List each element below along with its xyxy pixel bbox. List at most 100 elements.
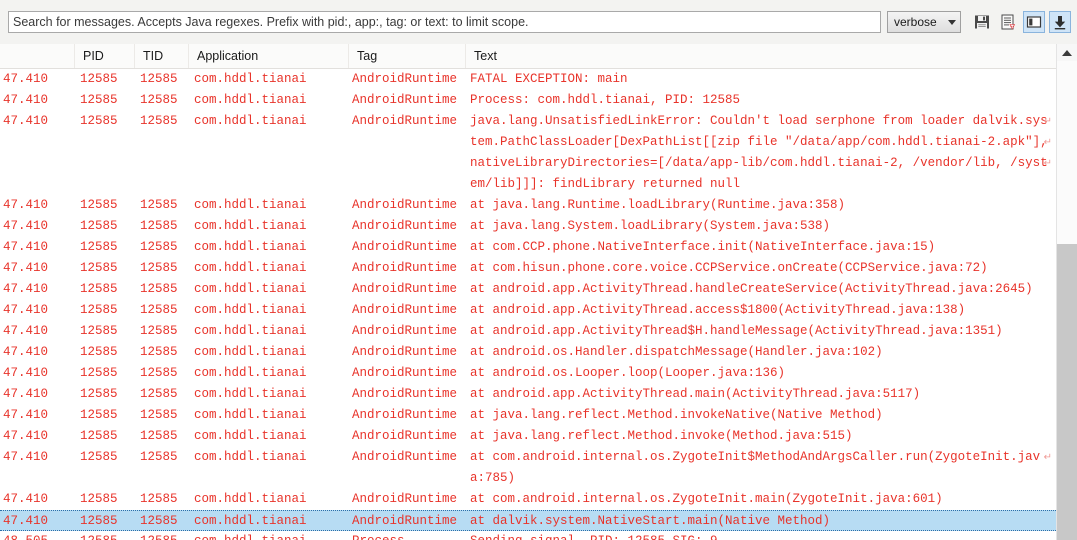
log-row[interactable]: 2:47.410 12585 12585 com.hddl.tianai Android… [0, 69, 1056, 90]
log-cell-app: com.hddl.tianai [194, 93, 307, 107]
log-cell-pid: 12585 [80, 450, 118, 464]
column-header-app[interactable]: Application [188, 44, 348, 68]
log-cell-tag: Process [352, 531, 465, 540]
vertical-scrollbar[interactable] [1056, 44, 1077, 540]
log-cell-text: FATAL EXCEPTION: main [470, 72, 628, 86]
log-cell-pid: 12585 [80, 492, 118, 506]
log-cell-pid: 12585 [80, 514, 118, 528]
logcat-toolbar: Search for messages. Accepts Java regexe… [0, 0, 1077, 44]
clear-log-button[interactable] [997, 11, 1019, 33]
log-cell-time: 2:47.410 [0, 408, 49, 422]
log-cell-tid: 12585 [140, 345, 178, 359]
log-row[interactable]: 2:47.410 12585 12585 com.hddl.tianai Android… [0, 342, 1056, 363]
display-mode-button[interactable] [1023, 11, 1045, 33]
log-cell-tid: 12585 [140, 450, 178, 464]
scrollbar-track[interactable] [1057, 61, 1077, 540]
log-cell-tid [140, 174, 194, 195]
log-row[interactable]: 2:47.410 12585 12585 com.hddl.tianai Android… [0, 258, 1056, 279]
log-cell-app: com.hddl.tianai [194, 450, 307, 464]
log-level-value: verbose [894, 15, 937, 29]
floppy-disk-icon [975, 15, 989, 29]
column-header-tid[interactable]: TID [134, 44, 188, 68]
column-header-row: PID TID Application Tag Text [0, 44, 1077, 69]
scroll-lock-button[interactable] [1049, 11, 1071, 33]
log-cell-tag: AndroidRuntime [352, 303, 458, 317]
log-cell-app: com.hddl.tianai [194, 324, 307, 338]
column-header-tag[interactable]: Tag [348, 44, 465, 68]
log-cell-pid: 12585 [80, 429, 118, 443]
log-row[interactable]: 2:47.410 12585 12585 com.hddl.tianai Android… [0, 510, 1056, 531]
log-cell-text: at android.app.ActivityThread.main(Activ… [470, 387, 921, 401]
log-cell-tid: 12585 [140, 219, 178, 233]
log-cell-tag: AndroidRuntime [352, 114, 458, 128]
log-cell-tag: AndroidRuntime [352, 387, 458, 401]
log-row[interactable]: 2:47.410 12585 12585 com.hddl.tianai Android… [0, 405, 1056, 426]
log-cell-tid: 12585 [140, 387, 178, 401]
log-row[interactable]: tem.PathClassLoader[DexPathList[[zip fil… [0, 132, 1056, 153]
log-row[interactable]: 2:47.410 12585 12585 com.hddl.tianai Android… [0, 489, 1056, 510]
column-header-time[interactable] [0, 44, 74, 68]
log-cell-tid: 12585 [140, 408, 178, 422]
scrollbar-thumb[interactable] [1057, 61, 1077, 244]
clear-log-icon [1001, 14, 1015, 30]
log-cell-pid: 12585 [80, 387, 118, 401]
log-row[interactable]: 2:47.410 12585 12585 com.hddl.tianai Android… [0, 111, 1056, 132]
log-row[interactable]: 2:47.410 12585 12585 com.hddl.tianai Android… [0, 237, 1056, 258]
log-row[interactable]: 2:47.410 12585 12585 com.hddl.tianai Android… [0, 321, 1056, 342]
log-cell-pid: 12585 [80, 345, 118, 359]
log-cell-app: com.hddl.tianai [194, 429, 307, 443]
log-row[interactable]: 2:47.410 12585 12585 com.hddl.tianai Android… [0, 279, 1056, 300]
log-cell-app: com.hddl.tianai [194, 198, 307, 212]
log-cell-text: at java.lang.Runtime.loadLibrary(Runtime… [470, 198, 846, 212]
log-cell-tid: 12585 [140, 198, 178, 212]
log-cell-pid: 12585 [80, 282, 118, 296]
log-row[interactable]: nativeLibraryDirectories=[/data/app-lib/… [0, 153, 1056, 174]
log-cell-time: 2:47.410 [0, 261, 49, 275]
log-cell-pid: 12585 [80, 366, 118, 380]
log-level-select[interactable]: verbose [887, 11, 961, 33]
log-cell-app: com.hddl.tianai [194, 219, 307, 233]
log-row[interactable]: 2:47.410 12585 12585 com.hddl.tianai Android… [0, 216, 1056, 237]
log-row[interactable]: 2:47.410 12585 12585 com.hddl.tianai Android… [0, 384, 1056, 405]
log-row[interactable]: 2:47.410 12585 12585 com.hddl.tianai Android… [0, 426, 1056, 447]
log-cell-tag [352, 174, 465, 195]
toolbar-buttons [971, 11, 1071, 33]
log-cell-pid [80, 468, 134, 489]
log-row[interactable]: 2:47.410 12585 12585 com.hddl.tianai Android… [0, 447, 1056, 468]
search-input[interactable]: Search for messages. Accepts Java regexe… [8, 11, 881, 33]
log-cell-tag [352, 153, 465, 174]
log-cell-tag: AndroidRuntime [352, 324, 458, 338]
logcat-window: Search for messages. Accepts Java regexe… [0, 0, 1077, 540]
log-row[interactable]: a:785) [0, 468, 1056, 489]
log-cell-text: at dalvik.system.NativeStart.main(Native… [470, 514, 831, 528]
log-cell-tid [140, 132, 194, 153]
log-cell-text: at android.app.ActivityThread.handleCrea… [470, 282, 1033, 296]
log-cell-tid [140, 153, 194, 174]
column-header-pid[interactable]: PID [74, 44, 134, 68]
log-message-list[interactable]: 2:47.410 12585 12585 com.hddl.tianai Android… [0, 69, 1056, 540]
log-cell-time: 2:47.410 [0, 93, 49, 107]
line-wrap-icon: ↵ [1043, 116, 1052, 127]
log-row[interactable]: 2:47.410 12585 12585 com.hddl.tianai Android… [0, 195, 1056, 216]
log-cell-pid: 12585 [80, 93, 118, 107]
log-row[interactable]: 2:48.5051258512585com.hddl.tianaiProcess… [0, 531, 1056, 540]
scroll-up-button[interactable] [1057, 44, 1077, 61]
log-row[interactable]: 2:47.410 12585 12585 com.hddl.tianai Android… [0, 90, 1056, 111]
save-log-button[interactable] [971, 11, 993, 33]
log-cell-pid: 12585 [80, 303, 118, 317]
column-header-text[interactable]: Text [465, 44, 1056, 68]
line-wrap-icon: ↵ [1043, 137, 1052, 148]
log-cell-app: com.hddl.tianai [194, 366, 307, 380]
log-cell-tag: AndroidRuntime [352, 198, 458, 212]
log-cell-tid: 12585 [140, 303, 178, 317]
log-cell-time: 2:47.410 [0, 240, 49, 254]
log-cell-tag [352, 468, 465, 489]
log-row[interactable]: em/lib]]]: findLibrary returned null [0, 174, 1056, 195]
log-cell-tid: 12585 [140, 240, 178, 254]
log-row[interactable]: 2:47.410 12585 12585 com.hddl.tianai Android… [0, 300, 1056, 321]
log-cell-tag [352, 132, 465, 153]
log-cell-time [0, 468, 74, 489]
log-cell-text: at android.app.ActivityThread$H.handleMe… [470, 324, 1003, 338]
log-cell-app: com.hddl.tianai [194, 531, 348, 540]
log-row[interactable]: 2:47.410 12585 12585 com.hddl.tianai Android… [0, 363, 1056, 384]
